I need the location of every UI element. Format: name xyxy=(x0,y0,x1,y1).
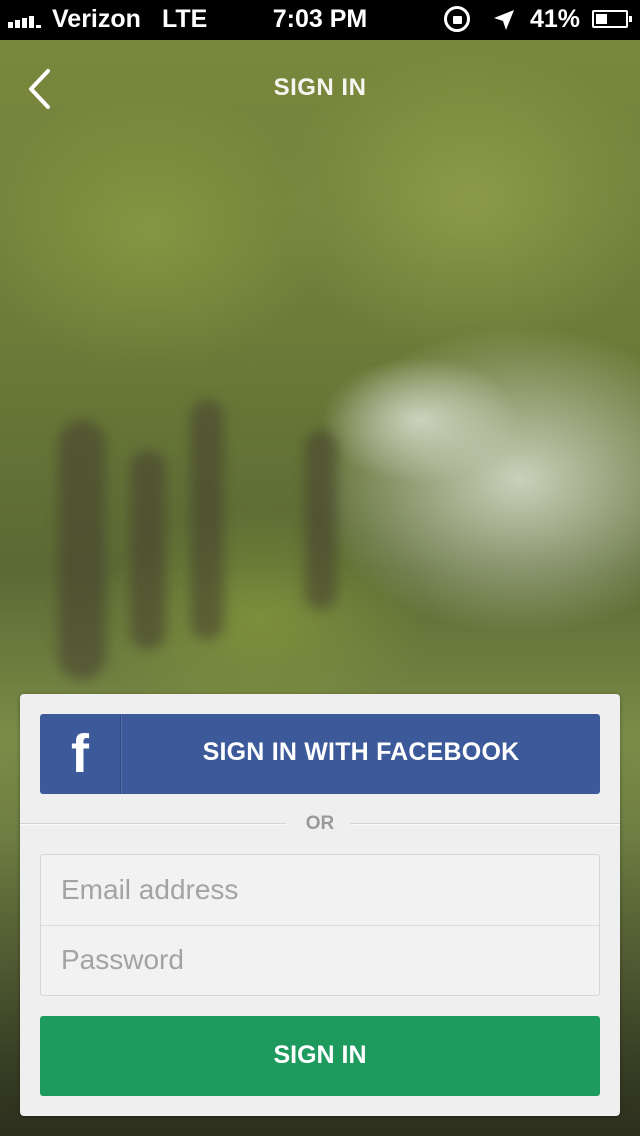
facebook-icon: f xyxy=(71,724,89,784)
facebook-button-label: SIGN IN WITH FACEBOOK xyxy=(202,738,520,766)
battery-percentage: 41% xyxy=(530,5,581,33)
battery-icon xyxy=(592,10,632,28)
credentials-fields xyxy=(40,854,600,996)
sign-in-card: f SIGN IN WITH FACEBOOK OR SIGN IN xyxy=(20,694,620,1116)
separator-line-right xyxy=(350,823,620,824)
location-arrow-icon xyxy=(494,10,514,30)
sign-in-button[interactable]: SIGN IN xyxy=(40,1016,600,1096)
password-field[interactable] xyxy=(41,925,599,995)
sign-in-button-label: SIGN IN xyxy=(273,1041,367,1069)
email-field[interactable] xyxy=(41,855,599,925)
page-title: SIGN IN xyxy=(273,74,367,101)
battery-level-fill xyxy=(596,14,607,24)
or-separator: OR xyxy=(20,808,620,838)
navigation-bar: SIGN IN xyxy=(0,40,640,136)
status-bar: Verizon LTE 7:03 PM 41% xyxy=(0,0,640,40)
sign-in-screen: Verizon LTE 7:03 PM 41% SIGN IN f SIGN I… xyxy=(0,0,640,1136)
facebook-sign-in-button[interactable]: f SIGN IN WITH FACEBOOK xyxy=(40,714,600,794)
or-label: OR xyxy=(305,813,335,834)
rotation-lock-icon xyxy=(444,6,470,32)
facebook-logo-box: f xyxy=(40,714,121,794)
